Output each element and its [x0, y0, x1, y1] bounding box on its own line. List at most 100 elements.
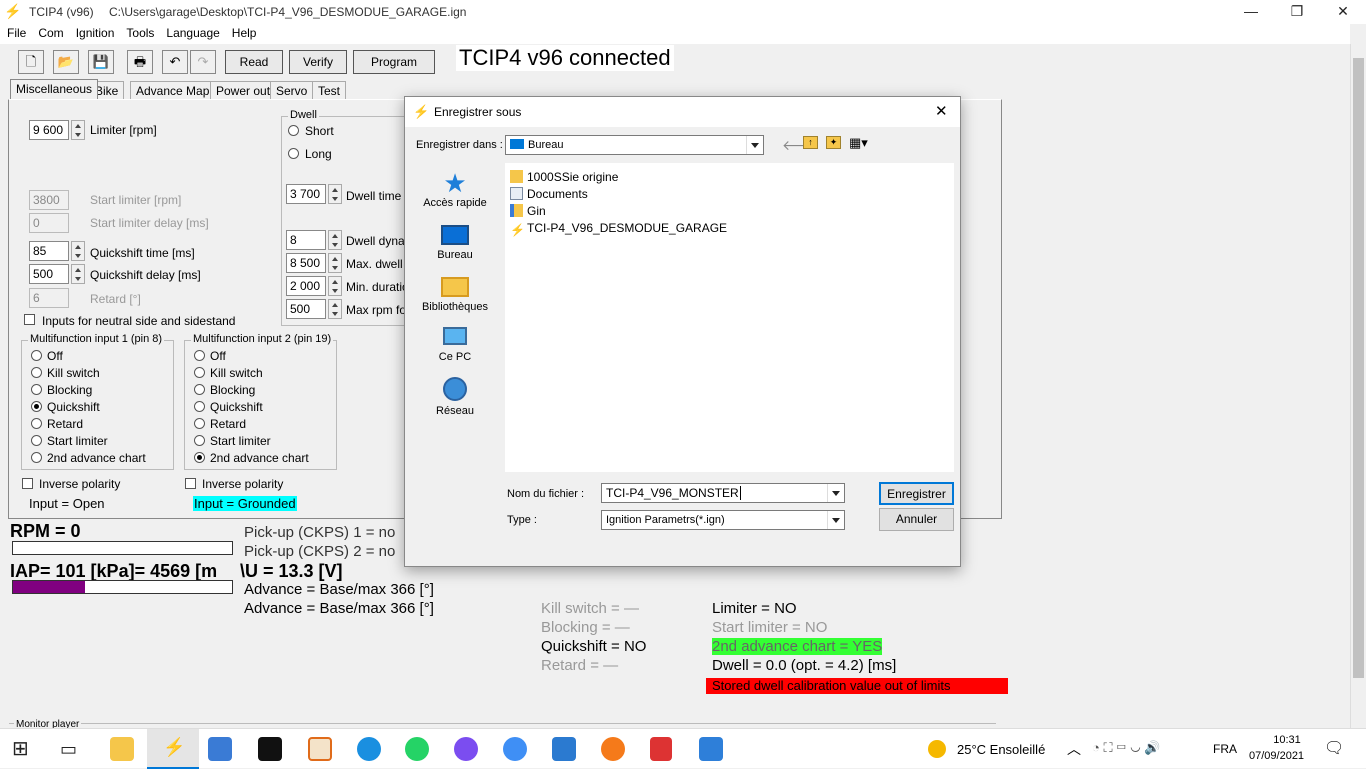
quickshift-delay-spinner[interactable]	[71, 264, 85, 284]
dwell-time-spinner[interactable]	[328, 184, 342, 204]
dwell-time-input[interactable]: 3 700	[286, 184, 326, 204]
cancel-button[interactable]: Annuler	[879, 508, 954, 531]
clock-date[interactable]: 07/09/2021	[1249, 750, 1304, 762]
chevron-down-icon[interactable]	[746, 136, 763, 154]
tab-miscellaneous[interactable]: Miscellaneous	[10, 79, 99, 99]
place-this-pc[interactable]: Ce PC	[410, 325, 500, 363]
type-select[interactable]: Ignition Parametrs(*.ign)	[601, 510, 845, 530]
mf2-radio-2nd-chart[interactable]	[194, 452, 205, 463]
mf1-inverse-checkbox[interactable]	[22, 478, 33, 489]
max-dwell-spinner[interactable]	[328, 253, 342, 273]
save-icon[interactable]: 💾	[88, 50, 114, 74]
undo-icon[interactable]: ↶	[162, 50, 188, 74]
up-folder-icon[interactable]: ↑	[803, 136, 818, 149]
new-folder-icon[interactable]: ✦	[826, 136, 841, 149]
close-button[interactable]: ✕	[1320, 0, 1366, 24]
tab-test[interactable]: Test	[312, 81, 347, 99]
messenger-icon[interactable]	[454, 737, 478, 761]
save-in-select[interactable]: Bureau	[505, 135, 764, 155]
menu-file[interactable]: File	[0, 24, 31, 40]
tab-servo[interactable]: Servo	[270, 81, 314, 99]
chevron-up-icon[interactable]: ︿	[1067, 739, 1081, 759]
mf1-radio-quickshift[interactable]	[31, 401, 42, 412]
view-menu-icon[interactable]: ▦▾	[849, 135, 868, 151]
file-item[interactable]: ⚡ TCI-P4_V96_DESMODUE_GARAGE	[510, 221, 727, 237]
task-view-icon[interactable]: ▭	[60, 737, 84, 761]
dwell-dynamic-input[interactable]: 8	[286, 230, 326, 250]
quickshift-time-spinner[interactable]	[71, 241, 85, 261]
mf1-radio-kill[interactable]	[31, 367, 42, 378]
save-button[interactable]: Enregistrer	[879, 482, 954, 505]
mf1-radio-2nd-chart[interactable]	[31, 452, 42, 463]
quickshift-delay-input[interactable]: 500	[29, 264, 69, 284]
start-delay-input[interactable]: 0	[29, 213, 69, 233]
min-duration-input[interactable]: 2 000	[286, 276, 326, 296]
scrollbar-thumb[interactable]	[1353, 58, 1364, 678]
limiter-spinner[interactable]	[71, 120, 85, 140]
language-indicator[interactable]: FRA	[1213, 742, 1237, 756]
dwell-short-radio[interactable]	[288, 125, 299, 136]
program-button[interactable]: Program	[353, 50, 435, 74]
amazon-music-icon[interactable]	[258, 737, 282, 761]
mf1-radio-start-limiter[interactable]	[31, 435, 42, 446]
dialog-close-icon[interactable]: ✕	[935, 102, 948, 120]
weather-text[interactable]: 25°C Ensoleillé	[957, 742, 1045, 757]
app-icon-blue[interactable]	[208, 737, 232, 761]
chat-icon[interactable]	[503, 737, 527, 761]
start-limiter-input[interactable]: 3800	[29, 190, 69, 210]
menu-tools[interactable]: Tools	[119, 24, 159, 40]
place-desktop[interactable]: Bureau	[410, 223, 500, 261]
quickshift-time-input[interactable]: 85	[29, 241, 69, 261]
tray-apps-icons[interactable]: ◔ ⛶ ▭ ◡ 🔊	[1092, 740, 1160, 756]
min-duration-spinner[interactable]	[328, 276, 342, 296]
menu-help[interactable]: Help	[225, 24, 262, 40]
mf2-radio-retard[interactable]	[194, 418, 205, 429]
dwell-dynamic-spinner[interactable]	[328, 230, 342, 250]
clock-time[interactable]: 10:31	[1262, 734, 1312, 746]
mf2-inverse-checkbox[interactable]	[185, 478, 196, 489]
main-scrollbar[interactable]	[1350, 44, 1366, 728]
restore-button[interactable]: ❐	[1274, 0, 1320, 24]
file-item[interactable]: Gin	[510, 204, 546, 218]
new-file-icon[interactable]: 🗋	[18, 50, 44, 74]
mf1-radio-blocking[interactable]	[31, 384, 42, 395]
max-rpm-input[interactable]: 500	[286, 299, 326, 319]
filename-input[interactable]: TCI-P4_V96_MONSTER	[601, 483, 845, 503]
max-dwell-input[interactable]: 8 500	[286, 253, 326, 273]
tab-power-out[interactable]: Power out	[210, 81, 277, 99]
mf2-radio-start-limiter[interactable]	[194, 435, 205, 446]
open-folder-icon[interactable]: 📂	[53, 50, 79, 74]
neutral-checkbox[interactable]	[24, 314, 35, 325]
office-f-icon[interactable]	[308, 737, 332, 761]
menu-com[interactable]: Com	[31, 24, 68, 40]
windows-start-icon[interactable]: ⊞	[12, 737, 36, 761]
tcip4-taskbar-item[interactable]: ⚡	[147, 729, 199, 769]
print-icon[interactable]: 🖶	[127, 50, 153, 74]
read-button[interactable]: Read	[225, 50, 283, 74]
minimize-button[interactable]: —	[1228, 0, 1274, 24]
file-explorer-icon[interactable]	[110, 737, 134, 761]
mf1-radio-off[interactable]	[31, 350, 42, 361]
firefox-icon[interactable]	[601, 737, 625, 761]
verify-button[interactable]: Verify	[289, 50, 347, 74]
chevron-down-icon[interactable]	[827, 511, 844, 529]
mf2-radio-off[interactable]	[194, 350, 205, 361]
photos-icon[interactable]	[699, 737, 723, 761]
tab-advance-map[interactable]: Advance Map	[130, 81, 216, 99]
dwell-long-radio[interactable]	[288, 148, 299, 159]
mf2-radio-quickshift[interactable]	[194, 401, 205, 412]
snipping-tool-icon[interactable]	[650, 737, 672, 761]
mf2-radio-blocking[interactable]	[194, 384, 205, 395]
whatsapp-icon[interactable]	[405, 737, 429, 761]
mail-icon[interactable]	[552, 737, 576, 761]
chevron-down-icon[interactable]	[827, 484, 844, 502]
mf2-radio-kill[interactable]	[194, 367, 205, 378]
retard-input[interactable]: 6	[29, 288, 69, 308]
menu-language[interactable]: Language	[159, 24, 224, 40]
place-libraries[interactable]: Bibliothèques	[410, 275, 500, 313]
file-item[interactable]: Documents	[510, 187, 588, 201]
place-quick-access[interactable]: ★ Accès rapide	[410, 169, 500, 209]
mf1-radio-retard[interactable]	[31, 418, 42, 429]
menu-ignition[interactable]: Ignition	[69, 24, 120, 40]
notifications-icon[interactable]: 🗨	[1324, 738, 1344, 758]
